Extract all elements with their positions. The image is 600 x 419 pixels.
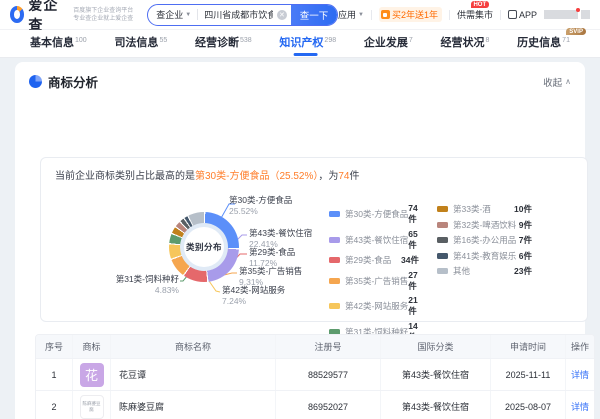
search-category-dropdown[interactable]: 查企业 ▼ bbox=[156, 8, 191, 21]
legend-swatch bbox=[329, 257, 340, 263]
legend-item: 第33类-酒10件 bbox=[437, 203, 532, 215]
chart-legend-column-1: 第30类-方便食品74件 第43类-餐饮住宿65件 第29类-食品34件 第35… bbox=[329, 203, 419, 346]
search-bar: 查企业 ▼ ✕ 查一下 bbox=[147, 4, 338, 26]
legend-item: 其他23件 bbox=[437, 265, 532, 277]
legend-swatch bbox=[437, 206, 448, 212]
nav-tab-bar: 基本信息100 司法信息55 经营诊断538 知识产权298 企业发展7 经营状… bbox=[0, 30, 600, 58]
promo-icon bbox=[381, 10, 390, 19]
hot-badge: HOT bbox=[471, 1, 489, 8]
svip-badge: SVIP bbox=[566, 28, 586, 35]
summary-text: 当前企业商标类别占比最高的是第30类-方便食品（25.52%），为74件 bbox=[41, 158, 587, 182]
tab-enterprise-development[interactable]: 企业发展7 bbox=[364, 31, 413, 56]
tab-operating-status[interactable]: 经营状况8 bbox=[441, 31, 490, 56]
legend-swatch bbox=[437, 268, 448, 274]
legend-item: 第42类-网站服务21件 bbox=[329, 295, 419, 317]
table-header-row: 序号 商标 商标名称 注册号 国际分类 申请时间 操作 bbox=[36, 335, 594, 358]
aiqicha-logo-icon bbox=[10, 6, 24, 23]
aiqicha-page: 爱企查 百度旗下企业查询平台 专业查企业就上爱企查 查企业 ▼ ✕ 查一下 应用… bbox=[0, 0, 600, 419]
tab-operation-diagnosis[interactable]: 经营诊断538 bbox=[195, 31, 252, 56]
legend-item: 第35类-广告销售27件 bbox=[329, 270, 419, 292]
apps-menu[interactable]: 应用 ▼ bbox=[338, 8, 364, 21]
search-input[interactable] bbox=[204, 10, 273, 20]
divider bbox=[197, 9, 198, 20]
detail-link[interactable]: 详情 bbox=[571, 400, 589, 413]
tab-basic-info[interactable]: 基本信息100 bbox=[30, 31, 87, 56]
chevron-up-icon: ∧ bbox=[565, 77, 571, 86]
legend-swatch bbox=[329, 237, 340, 243]
table-row: 2 陈麻婆豆腐 陈麻婆豆腐 86952027 第43类-餐饮住宿 2025-08… bbox=[36, 390, 594, 419]
legend-item: 第41类-教育娱乐6件 bbox=[437, 250, 532, 262]
chevron-down-icon: ▼ bbox=[358, 12, 364, 18]
legend-item: 第16类-办公用品7件 bbox=[437, 234, 532, 246]
trademark-image: 花 bbox=[80, 363, 104, 387]
collapse-button[interactable]: 收起 ∧ bbox=[543, 75, 571, 89]
donut-inner-ring: 类别分布 bbox=[180, 223, 228, 271]
promo-link[interactable]: 买2年送1年 bbox=[379, 7, 442, 22]
table-row: 1 花 花豆谭 88529577 第43类-餐饮住宿 2025-11-11 详情 bbox=[36, 358, 594, 390]
legend-item: 第43类-餐饮住宿65件 bbox=[329, 229, 419, 251]
donut-chart: 类别分布 bbox=[169, 212, 239, 282]
trademark-analysis-card: 商标分析 收起 ∧ 当前企业商标类别占比最高的是第30类-方便食品（25.52%… bbox=[15, 62, 585, 419]
legend-swatch bbox=[437, 237, 448, 243]
supply-market-link[interactable]: HOT 供需集市 bbox=[457, 8, 493, 21]
top-menu: 应用 ▼ 买2年送1年 HOT 供需集市 APP bbox=[338, 7, 590, 22]
logo-tagline: 百度旗下企业查询平台 专业查企业就上爱企查 bbox=[73, 7, 133, 23]
tab-intellectual-property[interactable]: 知识产权298 bbox=[279, 31, 336, 56]
trademark-image: 陈麻婆豆腐 bbox=[80, 395, 104, 419]
username-placeholder bbox=[544, 10, 578, 19]
legend-swatch bbox=[329, 278, 340, 284]
section-title: 商标分析 bbox=[48, 72, 98, 91]
callout-label: 第30类-方便食品25.52% bbox=[229, 195, 292, 216]
callout-label: 第42类-网站服务7.24% bbox=[222, 285, 285, 306]
callout-label: 第43类-餐饮住宿22.41% bbox=[249, 228, 312, 249]
tab-judicial-info[interactable]: 司法信息55 bbox=[114, 31, 167, 56]
top-bar: 爱企查 百度旗下企业查询平台 专业查企业就上爱企查 查企业 ▼ ✕ 查一下 应用… bbox=[0, 0, 600, 30]
app-download-link[interactable]: APP bbox=[508, 10, 537, 20]
search-button[interactable]: 查一下 bbox=[291, 4, 337, 26]
legend-item: 第30类-方便食品74件 bbox=[329, 203, 419, 225]
legend-swatch bbox=[329, 211, 340, 217]
tab-history-info[interactable]: 历史信息71 SVIP bbox=[517, 31, 570, 56]
divider bbox=[500, 10, 501, 20]
clear-search-icon[interactable]: ✕ bbox=[277, 10, 287, 20]
app-icon bbox=[508, 10, 517, 19]
callout-label: 第29类-食品11.72% bbox=[249, 247, 295, 268]
legend-item: 第29类-食品34件 bbox=[329, 254, 419, 266]
avatar bbox=[581, 10, 590, 19]
chevron-down-icon: ▼ bbox=[185, 12, 191, 18]
trademark-table: 序号 商标 商标名称 注册号 国际分类 申请时间 操作 1 花 花豆谭 8852… bbox=[35, 334, 595, 419]
legend-swatch bbox=[437, 222, 448, 228]
trademark-chart-box: 当前企业商标类别占比最高的是第30类-方便食品（25.52%），为74件 类别分… bbox=[40, 157, 588, 322]
donut-center-label: 类别分布 bbox=[184, 227, 224, 267]
notification-dot bbox=[576, 8, 580, 12]
category-donut-chart: 类别分布 第30类-方便食品25.52% 第43类-餐饮住宿22.41% 第29… bbox=[41, 183, 587, 321]
pie-chart-icon bbox=[29, 75, 42, 88]
detail-link[interactable]: 详情 bbox=[571, 368, 589, 381]
divider bbox=[371, 10, 372, 20]
legend-swatch bbox=[329, 303, 340, 309]
divider bbox=[449, 10, 450, 20]
legend-item: 第32类-啤酒饮料9件 bbox=[437, 219, 532, 231]
chart-legend-column-2: 第33类-酒10件 第32类-啤酒饮料9件 第16类-办公用品7件 第41类-教… bbox=[437, 203, 532, 281]
section-header: 商标分析 收起 ∧ bbox=[15, 62, 585, 99]
callout-label: 第31类-饲料种籽4.83% bbox=[81, 274, 179, 295]
user-account-area[interactable] bbox=[544, 10, 590, 19]
legend-swatch bbox=[437, 253, 448, 259]
callout-label: 第35类-广告销售9.31% bbox=[239, 266, 302, 287]
